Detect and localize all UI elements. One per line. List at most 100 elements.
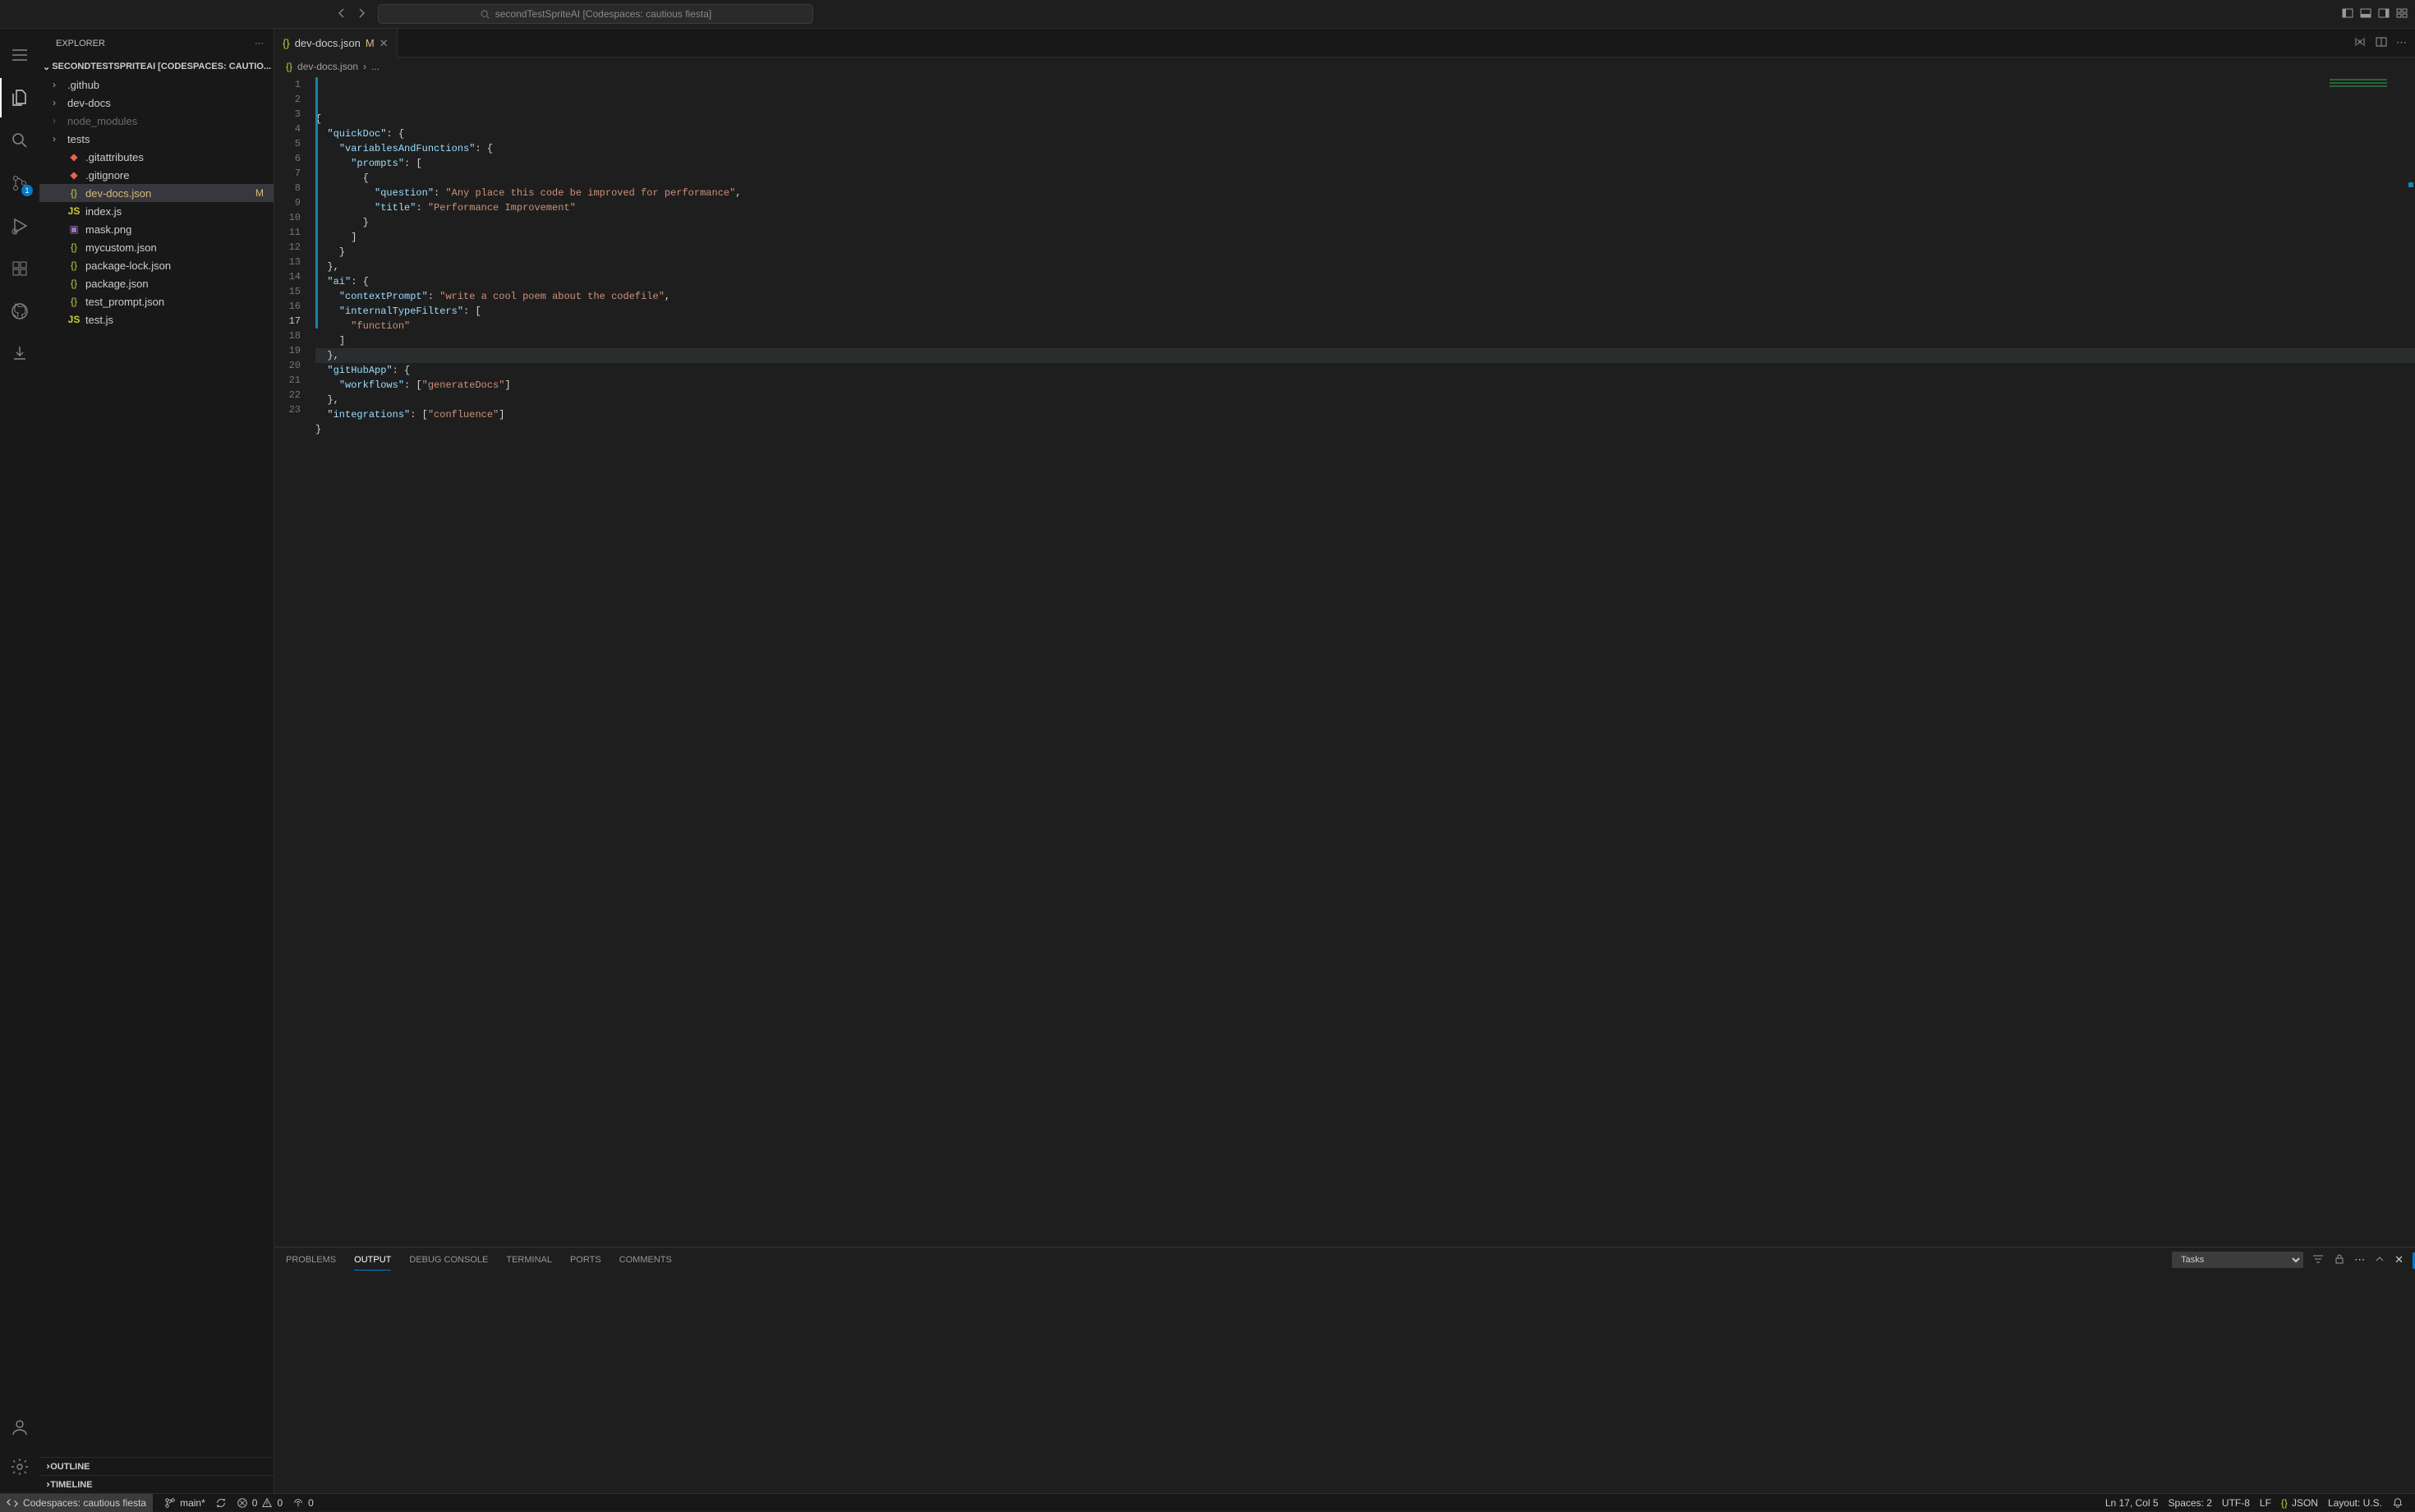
more-icon[interactable]: ⋯ — [2354, 1253, 2365, 1266]
filter-icon[interactable] — [2312, 1252, 2325, 1268]
status-problems[interactable]: 0 0 — [232, 1497, 288, 1509]
nav-forward-icon[interactable] — [355, 7, 368, 22]
code-line[interactable]: "workflows": ["generateDocs"] — [315, 378, 2415, 393]
layout-customize-icon[interactable] — [2395, 7, 2408, 22]
folder-tests[interactable]: ›tests — [39, 130, 274, 148]
status-cursor[interactable]: Ln 17, Col 5 — [2100, 1497, 2164, 1509]
status-notifications[interactable] — [2387, 1497, 2408, 1509]
activity-source-control[interactable]: 1 — [0, 163, 39, 203]
code-line[interactable]: { — [315, 112, 2415, 126]
activity-run-debug[interactable] — [0, 206, 39, 246]
code-content[interactable]: { "quickDoc": { "variablesAndFunctions":… — [315, 76, 2415, 1247]
code-line[interactable]: } — [315, 215, 2415, 230]
panel-tab-debug-console[interactable]: DEBUG CONSOLE — [409, 1250, 488, 1271]
code-line[interactable]: "gitHubApp": { — [315, 363, 2415, 378]
status-sync[interactable] — [210, 1497, 232, 1509]
panel-tab-terminal[interactable]: TERMINAL — [506, 1250, 552, 1271]
folder-.github[interactable]: ›.github — [39, 76, 274, 94]
json-icon: {} — [67, 187, 80, 199]
compare-changes-icon[interactable] — [2353, 35, 2367, 51]
code-line[interactable]: ] — [315, 333, 2415, 348]
status-remote[interactable]: Codespaces: cautious fiesta — [0, 1494, 153, 1512]
status-branch[interactable]: main* — [159, 1497, 210, 1509]
code-line[interactable]: } — [315, 422, 2415, 437]
output-channel-select[interactable]: Tasks — [2172, 1252, 2303, 1268]
file-label: package-lock.json — [85, 260, 171, 272]
file-package.json[interactable]: {}package.json — [39, 274, 274, 292]
editor-body[interactable]: 1234567891011121314151617181920212223 { … — [274, 76, 2415, 1247]
activity-menu[interactable] — [0, 35, 39, 75]
folder-node_modules[interactable]: ›node_modules — [39, 112, 274, 130]
close-panel-icon[interactable]: ✕ — [2394, 1253, 2404, 1266]
code-line[interactable]: "internalTypeFilters": [ — [315, 304, 2415, 319]
tab-dev-docs-json[interactable]: {} dev-docs.json M ✕ — [274, 29, 398, 57]
line-number: 3 — [274, 107, 315, 122]
activity-explorer[interactable] — [0, 78, 39, 117]
activity-search[interactable] — [0, 121, 39, 160]
split-editor-icon[interactable] — [2375, 35, 2388, 51]
activity-settings[interactable] — [0, 1447, 39, 1487]
command-center[interactable]: secondTestSpriteAI [Codespaces: cautious… — [378, 4, 813, 24]
minimap[interactable] — [2330, 79, 2404, 128]
file-mycustom.json[interactable]: {}mycustom.json — [39, 238, 274, 256]
code-line[interactable]: "quickDoc": { — [315, 126, 2415, 141]
code-line[interactable]: "ai": { — [315, 274, 2415, 289]
file-.gitignore[interactable]: ◆.gitignore — [39, 166, 274, 184]
more-actions-icon[interactable]: ⋯ — [2396, 36, 2407, 49]
layout-sidebar-right-icon[interactable] — [2377, 7, 2390, 22]
file-dev-docs.json[interactable]: {}dev-docs.jsonM — [39, 184, 274, 202]
maximize-panel-icon[interactable] — [2373, 1252, 2386, 1268]
js-icon: JS — [67, 314, 80, 325]
close-icon[interactable]: ✕ — [380, 37, 389, 50]
layout-sidebar-left-icon[interactable] — [2341, 7, 2354, 22]
tab-bar: {} dev-docs.json M ✕ ⋯ — [274, 29, 2415, 57]
status-ports[interactable]: 0 — [288, 1497, 319, 1509]
folder-dev-docs[interactable]: ›dev-docs — [39, 94, 274, 112]
panel-tab-problems[interactable]: PROBLEMS — [286, 1250, 336, 1271]
status-encoding[interactable]: UTF-8 — [2217, 1497, 2255, 1509]
code-line[interactable]: "contextPrompt": "write a cool poem abou… — [315, 289, 2415, 304]
explorer-more-icon[interactable]: ⋯ — [255, 38, 264, 48]
workspace-header[interactable]: ⌄ SECONDTESTSPRITEAI [CODESPACES: CAUTIO… — [39, 57, 274, 76]
status-eol[interactable]: LF — [2255, 1497, 2276, 1509]
code-line[interactable]: "variablesAndFunctions": { — [315, 141, 2415, 156]
status-layout[interactable]: Layout: U.S. — [2323, 1497, 2387, 1509]
panel-tab-comments[interactable]: COMMENTS — [619, 1250, 672, 1271]
code-line[interactable] — [315, 437, 2415, 452]
code-line[interactable]: } — [315, 245, 2415, 260]
activity-github[interactable] — [0, 292, 39, 331]
code-line[interactable]: "integrations": ["confluence"] — [315, 407, 2415, 422]
file-index.js[interactable]: JSindex.js — [39, 202, 274, 220]
activity-devdocs[interactable] — [0, 334, 39, 374]
code-line[interactable]: "prompts": [ — [315, 156, 2415, 171]
code-line[interactable]: { — [315, 171, 2415, 186]
line-number: 5 — [274, 136, 315, 151]
file-mask.png[interactable]: ▣mask.png — [39, 220, 274, 238]
activity-extensions[interactable] — [0, 249, 39, 288]
timeline-section[interactable]: ⌄ TIMELINE — [39, 1475, 274, 1493]
panel-tab-output[interactable]: OUTPUT — [354, 1250, 391, 1271]
file-test_prompt.json[interactable]: {}test_prompt.json — [39, 292, 274, 310]
code-line[interactable]: ] — [315, 230, 2415, 245]
status-indent[interactable]: Spaces: 2 — [2164, 1497, 2217, 1509]
activity-accounts[interactable] — [0, 1408, 39, 1447]
json-icon: {} — [67, 296, 80, 307]
code-line[interactable]: "question": "Any place this code be impr… — [315, 186, 2415, 200]
code-line[interactable]: }, — [315, 348, 2415, 363]
code-line[interactable]: "title": "Performance Improvement" — [315, 200, 2415, 215]
lock-scroll-icon[interactable] — [2333, 1252, 2346, 1268]
overview-ruler[interactable] — [2404, 76, 2415, 1247]
status-language[interactable]: {} JSON — [2276, 1497, 2323, 1509]
file-package-lock.json[interactable]: {}package-lock.json — [39, 256, 274, 274]
code-line[interactable]: }, — [315, 393, 2415, 407]
panel-tab-ports[interactable]: PORTS — [570, 1250, 601, 1271]
layout-panel-icon[interactable] — [2359, 7, 2372, 22]
breadcrumb[interactable]: {} dev-docs.json › ... — [274, 57, 2415, 76]
file-.gitattributes[interactable]: ◆.gitattributes — [39, 148, 274, 166]
file-test.js[interactable]: JS test.js — [39, 310, 274, 329]
outline-section[interactable]: ⌄ OUTLINE — [39, 1457, 274, 1475]
nav-back-icon[interactable] — [335, 7, 348, 22]
code-line[interactable]: "function" — [315, 319, 2415, 333]
file-label: test.js — [85, 314, 113, 326]
code-line[interactable]: }, — [315, 260, 2415, 274]
